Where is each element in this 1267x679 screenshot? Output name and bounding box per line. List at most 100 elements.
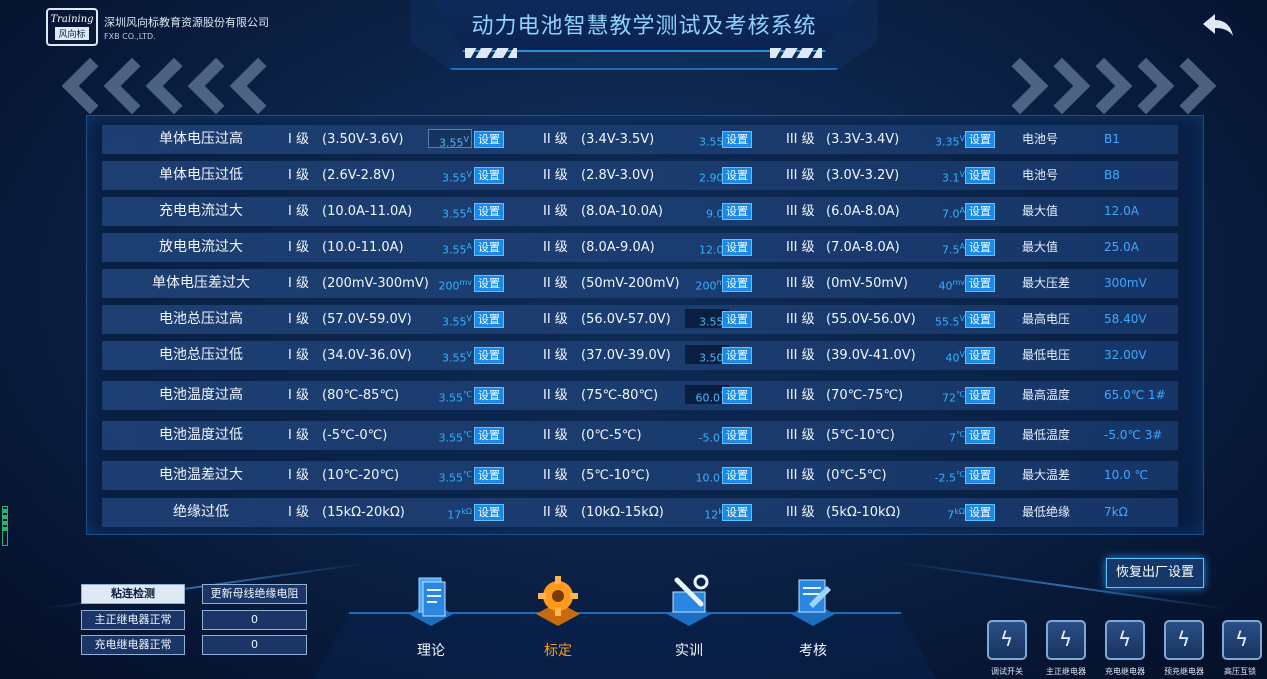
back-arrow-icon[interactable] [1201,12,1235,38]
set-button[interactable]: 设置 [965,387,995,404]
threshold-value-input[interactable]: 3.55℃ [428,465,472,485]
theory-icon [409,577,453,626]
set-button[interactable]: 设置 [474,347,504,364]
threshold-value-input[interactable]: -2.5℃ [921,465,965,485]
threshold-value-input[interactable]: 72℃ [921,385,965,405]
nav-exam[interactable]: 考核 [773,574,853,666]
relay-main-positive[interactable]: ϟ [1046,620,1086,660]
update-bus-insulation-button[interactable]: 更新母线绝缘电阻 [202,584,307,604]
restore-factory-button[interactable]: 恢复出厂设置 [1106,558,1204,588]
value-number: 3.55 [699,315,724,329]
threshold-value-input[interactable]: 3.55V [428,165,472,185]
relay-hv-interlock[interactable]: ϟ [1222,620,1262,660]
threshold-value-input[interactable]: 3.55A [428,237,472,257]
relay-precharge[interactable]: ϟ [1164,620,1204,660]
set-button[interactable]: 设置 [965,504,995,521]
threshold-value-input[interactable]: 3.55A [428,201,472,221]
range-label: (0mV-50mV) [826,276,908,291]
set-button[interactable]: 设置 [474,131,504,148]
threshold-value-input[interactable]: 3.35V [921,129,965,149]
app-title: 动力电池智慧教学测试及考核系统 [471,14,817,39]
nav-theory[interactable]: 理论 [391,574,471,666]
threshold-value-input[interactable]: 17kΩ [428,502,472,522]
threshold-value-input[interactable]: 3.55V [428,309,472,329]
value-unit: mv [459,278,472,287]
threshold-row: 单体电压过高 I 级 (3.50V-3.6V) 3.55V 设置 II 级 (3.4V-3.… [102,125,1178,154]
set-button[interactable]: 设置 [474,387,504,404]
set-button[interactable]: 设置 [474,427,504,444]
main-relay-value: 0 [202,610,307,630]
set-button[interactable]: 设置 [965,167,995,184]
range-label: (6.0A-8.0A) [826,204,900,219]
set-button[interactable]: 设置 [722,467,752,484]
set-button[interactable]: 设置 [722,239,752,256]
nav-training[interactable]: 实训 [649,574,729,666]
level-label: III 级 [786,388,815,403]
threshold-value-input[interactable]: 3.1V [921,165,965,185]
set-button[interactable]: 设置 [722,427,752,444]
set-button[interactable]: 设置 [474,275,504,292]
set-button[interactable]: 设置 [965,131,995,148]
set-button[interactable]: 设置 [474,504,504,521]
threshold-value-input[interactable]: 7℃ [921,425,965,445]
set-button[interactable]: 设置 [474,167,504,184]
value-unit: ℃ [956,470,965,479]
set-button[interactable]: 设置 [722,167,752,184]
threshold-value-input[interactable]: 7.5A [921,237,965,257]
stick-detect-button[interactable]: 粘连检测 [81,584,185,604]
set-button[interactable]: 设置 [722,275,752,292]
set-button[interactable]: 设置 [474,467,504,484]
set-button[interactable]: 设置 [965,203,995,220]
set-button[interactable]: 设置 [965,467,995,484]
value-number: 10.0 [695,471,721,485]
set-button[interactable]: 设置 [474,239,504,256]
range-label: (7.0A-8.0A) [826,240,900,255]
value-unit: mv [952,278,965,287]
param-label: 最高温度 [1022,388,1071,402]
calibration-icon [536,576,580,626]
param-label: 最大值 [1022,204,1059,218]
threshold-row: 电池温差过大 I 级 (10℃-20℃) 3.55℃ 设置 II 级 (5℃-10℃) 10.… [102,461,1178,490]
set-button[interactable]: 设置 [965,427,995,444]
set-button[interactable]: 设置 [722,311,752,328]
set-button[interactable]: 设置 [722,131,752,148]
set-button[interactable]: 设置 [965,347,995,364]
relay-debug-switch[interactable]: ϟ [987,620,1027,660]
threshold-value-input[interactable]: 200mv [428,273,472,293]
nav-calibration[interactable]: 标定 [518,574,598,666]
level-label: II 级 [543,428,568,443]
set-button[interactable]: 设置 [722,387,752,404]
value-number: 40 [945,351,960,365]
threshold-value-input[interactable]: 3.55℃ [428,385,472,405]
range-label: (200mV-300mV) [322,276,429,291]
threshold-value-input[interactable]: 40mv [921,273,965,293]
threshold-row: 单体电压差过大 I 级 (200mV-300mV) 200mv 设置 II 级 (50mV-… [102,269,1178,298]
range-label: (5℃-10℃) [581,468,650,483]
threshold-value-input[interactable]: 3.55V [428,129,472,150]
relay-charge[interactable]: ϟ [1105,620,1145,660]
threshold-value-input[interactable]: 55.5V [921,309,965,329]
set-button[interactable]: 设置 [722,347,752,364]
threshold-name: 放电电流过大 [159,239,243,255]
set-button[interactable]: 设置 [722,504,752,521]
range-label: (70℃-75℃) [826,388,904,403]
level-label: III 级 [786,348,815,363]
set-button[interactable]: 设置 [965,275,995,292]
threshold-value-input[interactable]: 3.55℃ [428,425,472,445]
set-button[interactable]: 设置 [965,239,995,256]
set-button[interactable]: 设置 [474,203,504,220]
param-label: 最低绝缘 [1022,505,1071,519]
param-label: 最低温度 [1022,428,1071,442]
value-number: 7 [949,431,957,445]
range-label: (15kΩ-20kΩ) [322,505,405,520]
nav-label: 标定 [544,643,572,659]
set-button[interactable]: 设置 [965,311,995,328]
threshold-value-input[interactable]: 7.0A [921,201,965,221]
threshold-value-input[interactable]: 3.55V [428,345,472,365]
threshold-value-input[interactable]: 40V [921,345,965,365]
set-button[interactable]: 设置 [722,203,752,220]
threshold-value-input[interactable]: 7kΩ [921,502,965,522]
threshold-name: 单体电压过高 [159,131,243,147]
param-value: -5.0℃ 3# [1104,428,1163,442]
set-button[interactable]: 设置 [474,311,504,328]
